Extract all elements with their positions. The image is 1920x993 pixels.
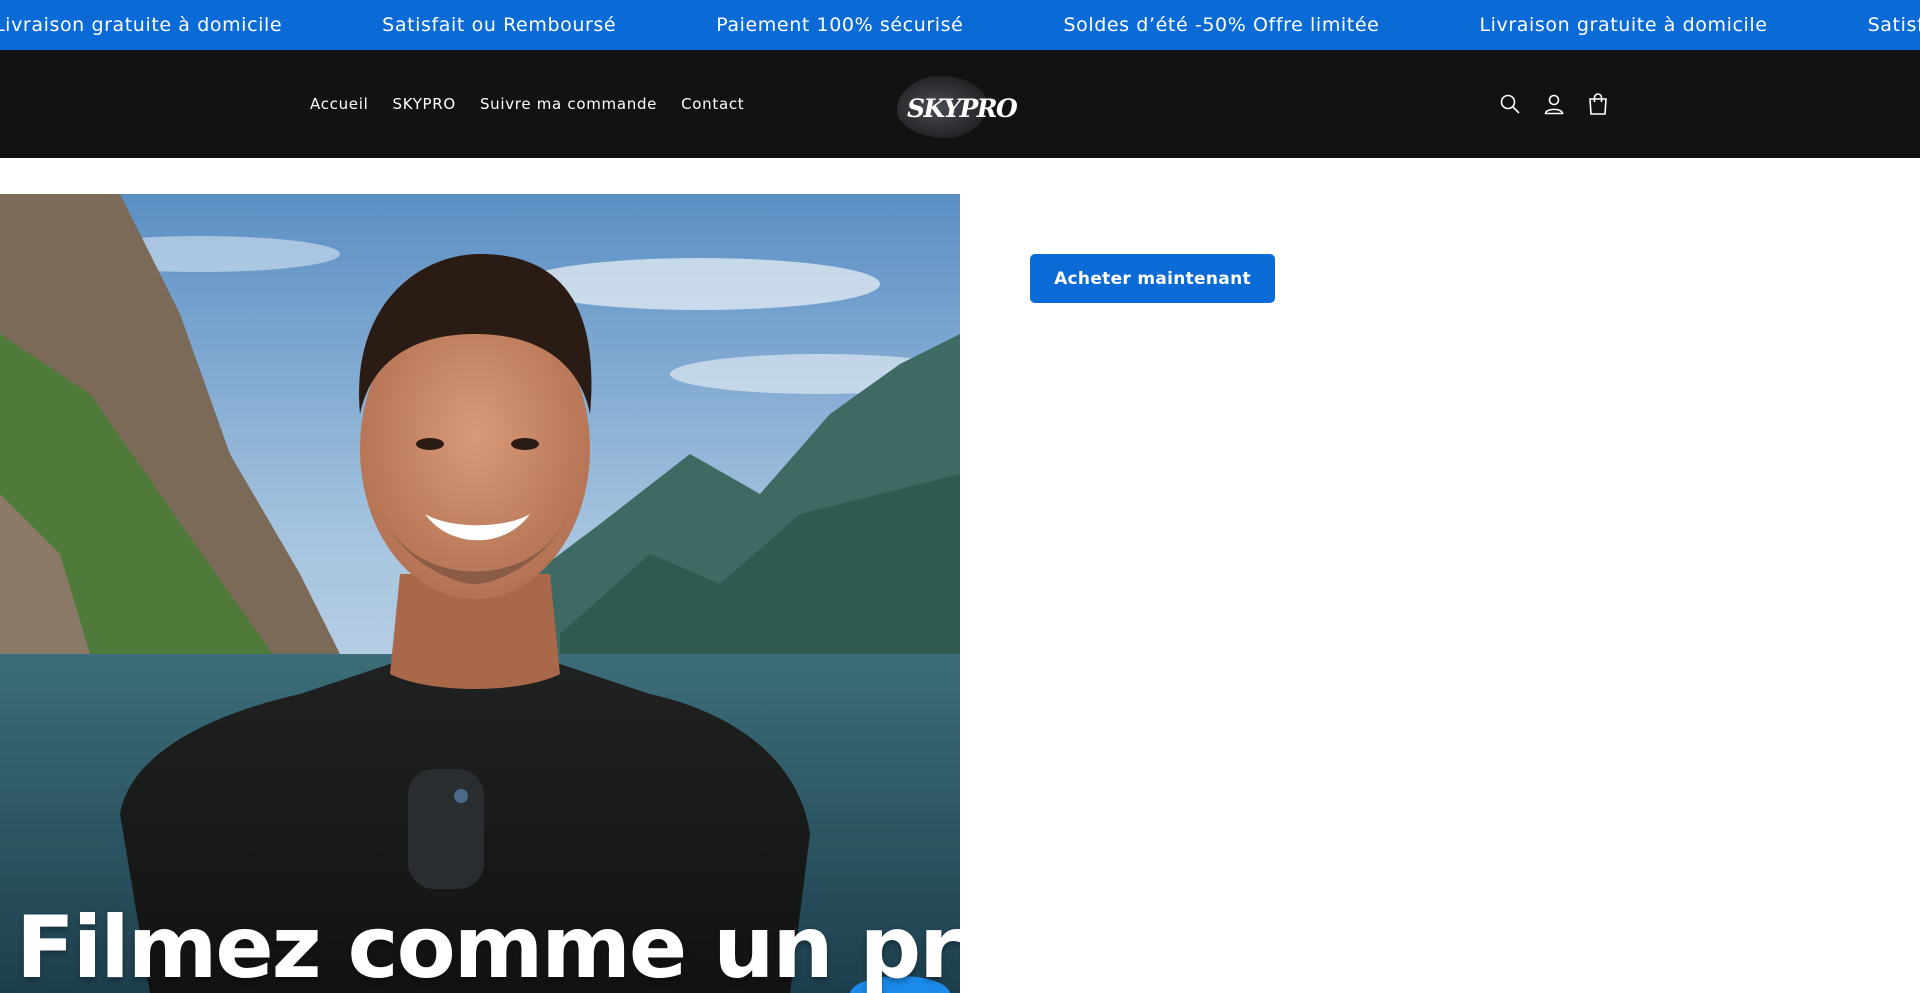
nav-link-skypro[interactable]: SKYPRO [392,95,455,113]
nav-link-contact[interactable]: Contact [681,95,744,113]
main-nav: Accueil SKYPRO Suivre ma commande Contac… [310,50,768,158]
hero-image: Filmez comme un pro [0,194,960,993]
nav-link-suivre-commande[interactable]: Suivre ma commande [480,95,657,113]
announcement-message: Satisfait ou Remboursé [382,14,617,36]
account-icon[interactable] [1542,92,1566,116]
hero-illustration [0,194,960,993]
cart-icon[interactable] [1586,92,1610,116]
announcement-message: Livraison gratuite à domicile [0,14,283,36]
announcement-message: Soldes d’été -50% Offre limitée [1063,14,1380,36]
buy-now-button[interactable]: Acheter maintenant [1030,254,1275,303]
announcement-message: Satisfait ou Remboursé [1867,14,1920,36]
announcement-track: Livraison gratuite à domicile Satisfait … [0,0,1920,50]
announcement-message: Paiement 100% sécurisé [716,14,964,36]
announcement-message: Livraison gratuite à domicile [1479,14,1768,36]
site-header: Accueil SKYPRO Suivre ma commande Contac… [0,50,1920,158]
site-logo[interactable]: SKYPRO [893,68,1019,142]
hero-caption: Filmez comme un pro [16,898,960,993]
search-icon[interactable] [1498,92,1522,116]
announcement-bar: Livraison gratuite à domicile Satisfait … [0,0,1920,50]
header-icons [1498,88,1630,120]
logo-text: SKYPRO [907,94,1018,123]
nav-link-accueil[interactable]: Accueil [310,95,368,113]
